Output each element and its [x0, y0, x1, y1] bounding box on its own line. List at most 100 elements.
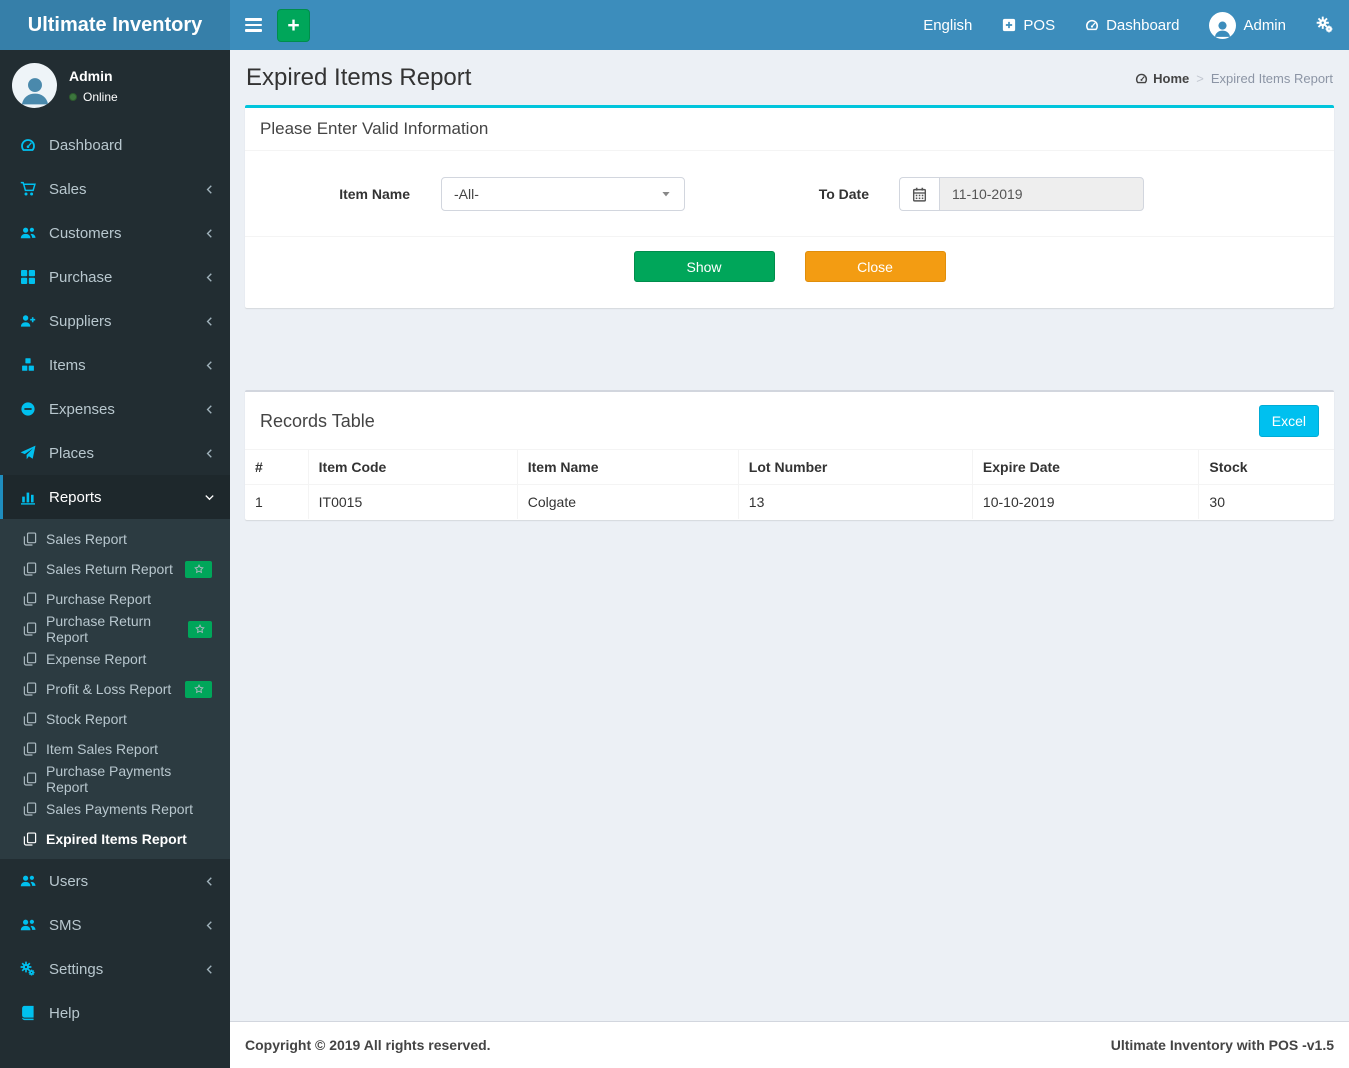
users-icon	[18, 917, 38, 933]
chevron-left-icon	[204, 272, 215, 283]
sidebar-item-suppliers[interactable]: Suppliers	[0, 299, 230, 343]
sidebar-item-label: Sales	[49, 180, 87, 198]
sidebar-item-help[interactable]: Help	[0, 991, 230, 1035]
submenu-item-purchase-report[interactable]: Purchase Report	[0, 584, 230, 614]
submenu-item-label: Purchase Payments Report	[46, 763, 172, 795]
sidebar-item-expenses[interactable]: Expenses	[0, 387, 230, 431]
sidebar-item-label: Settings	[49, 960, 104, 978]
settings-menu[interactable]	[1301, 0, 1349, 50]
paper-plane-icon	[18, 445, 38, 461]
sidebar-item-users[interactable]: Users	[0, 859, 230, 903]
star-badge	[185, 680, 212, 698]
submenu-item-profit-loss-report[interactable]: Profit & Loss Report	[0, 674, 230, 704]
sidebar-user-panel: Admin Online	[0, 50, 230, 123]
submenu-item-sales-report[interactable]: Sales Report	[0, 524, 230, 554]
speedometer-icon	[18, 137, 38, 153]
submenu-item-label: Profit & Loss Report	[46, 681, 172, 697]
breadcrumb-home-link[interactable]: Home	[1135, 71, 1189, 86]
sidebar-item-sales[interactable]: Sales	[0, 167, 230, 211]
cell-stock: 30	[1198, 484, 1334, 519]
sidebar-item-label: SMS	[49, 916, 82, 934]
records-panel: Records Table Excel # Item Code Item Nam…	[245, 390, 1334, 520]
content-area: Expired Items Report Home > Expired Item…	[230, 50, 1349, 1021]
copy-icon	[23, 592, 37, 606]
star-icon	[195, 624, 205, 634]
cell-index: 1	[245, 484, 309, 519]
quick-add-button[interactable]: +	[277, 8, 310, 42]
person-icon	[17, 72, 53, 108]
star-icon	[194, 564, 204, 574]
copy-icon	[23, 652, 37, 666]
chevron-left-icon	[204, 316, 215, 327]
calendar-icon[interactable]	[899, 177, 939, 211]
copy-icon	[23, 772, 37, 786]
submenu-item-sales-return-report[interactable]: Sales Return Report	[0, 554, 230, 584]
submenu-item-purchase-payments-report[interactable]: Purchase Payments Report	[0, 763, 230, 795]
column-header-lot-number: Lot Number	[737, 449, 973, 485]
submenu-item-purchase-return-report[interactable]: Purchase Return Report	[0, 613, 230, 645]
sidebar-item-label: Customers	[49, 224, 122, 242]
user-menu[interactable]: Admin	[1194, 0, 1301, 50]
copy-icon	[23, 712, 37, 726]
column-header-expire-date: Expire Date	[971, 449, 1200, 485]
sidebar-item-reports[interactable]: Reports	[0, 475, 230, 519]
submenu-item-label: Purchase Return Report	[46, 613, 152, 645]
footer: Copyright © 2019 All rights reserved. Ul…	[230, 1021, 1349, 1068]
breadcrumb-current: Expired Items Report	[1210, 70, 1333, 86]
online-status-dot	[69, 92, 77, 101]
sidebar-item-customers[interactable]: Customers	[0, 211, 230, 255]
column-header-item-name: Item Name	[516, 449, 739, 485]
submenu-item-expense-report[interactable]: Expense Report	[0, 644, 230, 674]
sidebar-item-sms[interactable]: SMS	[0, 903, 230, 947]
submenu-item-sales-payments-report[interactable]: Sales Payments Report	[0, 794, 230, 824]
excel-export-button[interactable]: Excel	[1258, 405, 1319, 437]
close-button[interactable]: Close	[804, 251, 946, 282]
submenu-item-label: Sales Return Report	[46, 561, 173, 577]
cell-item-code: IT0015	[307, 484, 518, 519]
bar-chart-icon	[18, 489, 38, 505]
submenu-item-expired-items-report[interactable]: Expired Items Report	[0, 824, 230, 854]
records-table-title: Records Table	[260, 410, 375, 431]
sidebar-item-label: Help	[49, 1004, 80, 1022]
item-name-select[interactable]: -All-	[441, 177, 685, 211]
show-button[interactable]: Show	[633, 251, 775, 282]
book-icon	[18, 1005, 38, 1021]
cell-lot-number: 13	[737, 484, 973, 519]
to-date-input[interactable]	[939, 177, 1144, 211]
chevron-left-icon	[204, 228, 215, 239]
dashboard-link[interactable]: Dashboard	[1070, 0, 1194, 50]
column-header-item-code: Item Code	[307, 449, 518, 485]
chevron-left-icon	[204, 404, 215, 415]
column-header-stock: Stock	[1198, 449, 1334, 485]
sidebar-item-dashboard[interactable]: Dashboard	[0, 123, 230, 167]
sidebar-item-purchase[interactable]: Purchase	[0, 255, 230, 299]
copyright-text: Copyright © 2019 All rights reserved.	[245, 1037, 491, 1053]
sidebar-user-status[interactable]: Online	[69, 90, 118, 104]
chevron-down-icon	[204, 492, 215, 503]
star-badge	[185, 560, 212, 578]
table-row: 1 IT0015 Colgate 13 10-10-2019 30	[245, 484, 1334, 519]
pos-label: POS	[1023, 16, 1056, 34]
submenu-item-stock-report[interactable]: Stock Report	[0, 704, 230, 734]
submenu-item-item-sales-report[interactable]: Item Sales Report	[0, 734, 230, 764]
chevron-left-icon	[204, 920, 215, 931]
submenu-item-label: Expired Items Report	[46, 831, 187, 847]
sidebar-toggle-button[interactable]	[230, 0, 277, 50]
sidebar-item-items[interactable]: Items	[0, 343, 230, 387]
sidebar-item-settings[interactable]: Settings	[0, 947, 230, 991]
avatar	[1209, 11, 1237, 39]
sidebar-item-places[interactable]: Places	[0, 431, 230, 475]
sidebar-item-label: Expenses	[49, 400, 115, 418]
sidebar-item-label: Dashboard	[49, 136, 123, 154]
pos-link[interactable]: POS	[987, 0, 1070, 50]
brand-logo[interactable]: Ultimate Inventory	[0, 0, 230, 50]
chevron-left-icon	[204, 448, 215, 459]
grid-icon	[18, 269, 38, 285]
person-icon	[1212, 18, 1233, 39]
sidebar-item-label: Reports	[49, 488, 102, 506]
sidebar-menu: Dashboard Sales Customers Purchase Suppl…	[0, 123, 230, 1035]
cell-item-name: Colgate	[516, 484, 739, 519]
chevron-left-icon	[204, 964, 215, 975]
language-menu[interactable]: English	[908, 0, 987, 50]
page-title: Expired Items Report	[246, 64, 472, 91]
